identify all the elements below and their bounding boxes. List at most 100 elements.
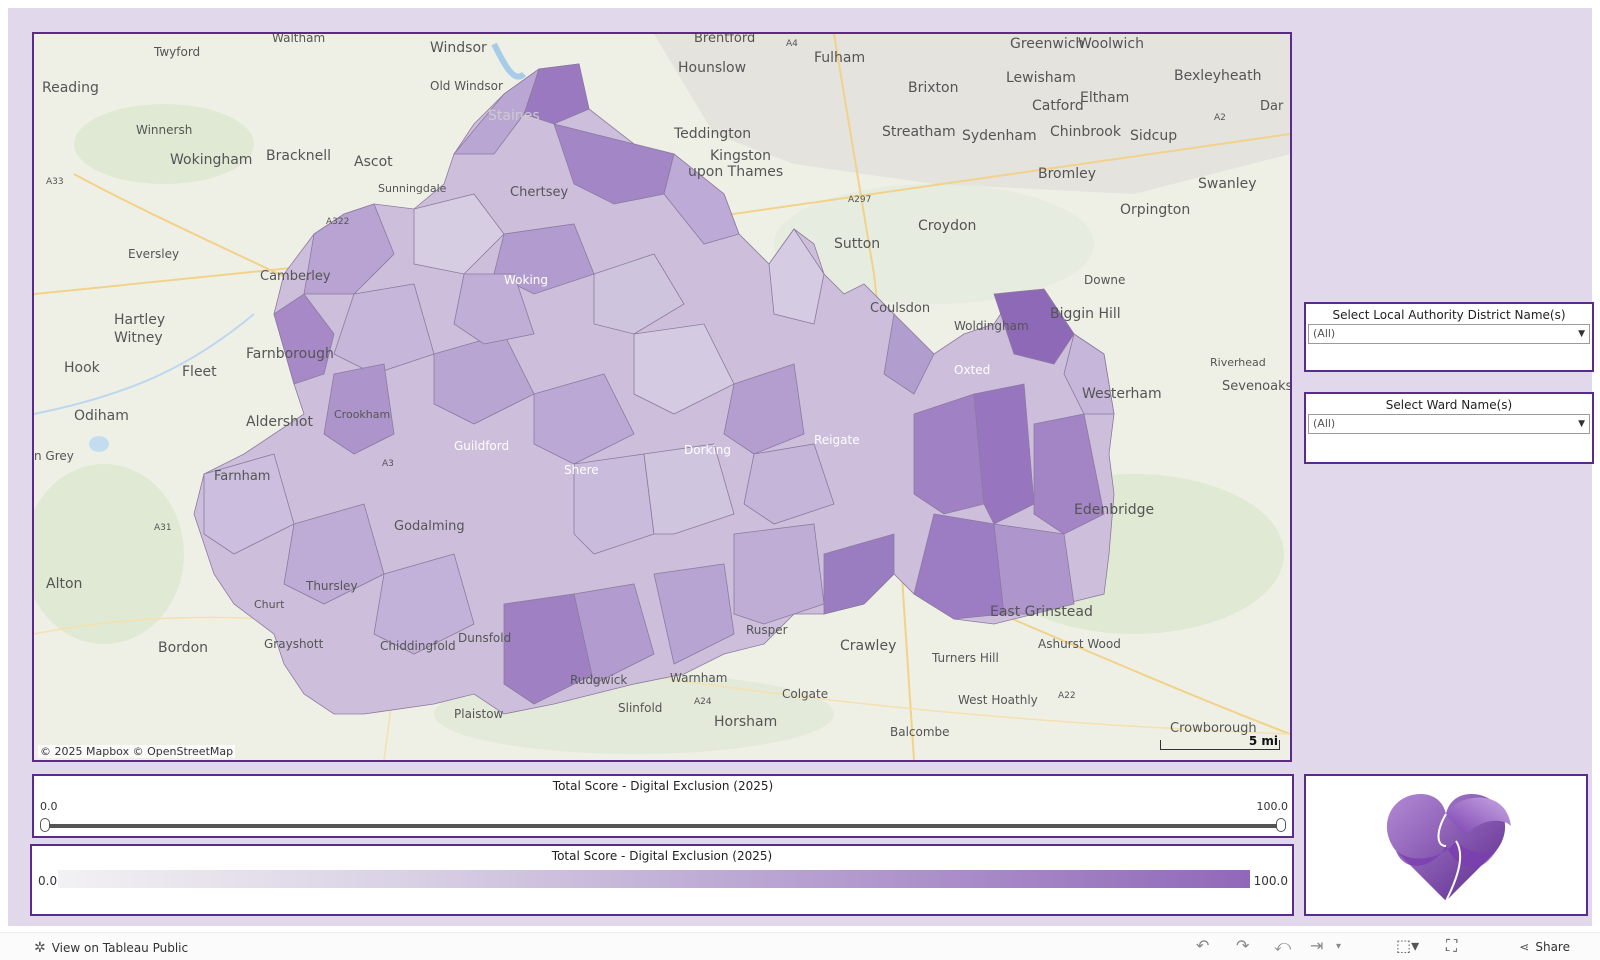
- label-crookham: Crookham: [334, 408, 390, 421]
- chevron-down-icon[interactable]: ▾: [1336, 941, 1341, 952]
- label-brentford: Brentford: [694, 34, 755, 46]
- label-orpington: Orpington: [1120, 202, 1190, 218]
- filter-local-authority: Select Local Authority District Name(s) …: [1304, 302, 1594, 372]
- label-reading: Reading: [42, 80, 99, 96]
- label-churt: Churt: [254, 598, 285, 611]
- road-a3: A3: [382, 459, 394, 469]
- dashboard: Waltham Windsor Brentford Fulham Greenwi…: [8, 8, 1594, 926]
- label-oxted: Oxted: [954, 363, 990, 377]
- label-reigate: Reigate: [814, 433, 860, 447]
- label-rudgwick: Rudgwick: [570, 673, 627, 687]
- legend-color-ramp: [58, 870, 1250, 888]
- label-horsham: Horsham: [714, 714, 777, 730]
- filter-ward-title: Select Ward Name(s): [1385, 398, 1513, 412]
- label-turners-hill: Turners Hill: [931, 651, 999, 665]
- slider-max-handle[interactable]: [1276, 818, 1286, 832]
- road-a4: A4: [786, 39, 798, 49]
- label-thursley: Thursley: [305, 579, 358, 593]
- label-rusper: Rusper: [746, 623, 788, 637]
- label-fleet: Fleet: [182, 364, 217, 380]
- view-on-tableau-label: View on Tableau Public: [51, 941, 189, 955]
- label-riverhead: Riverhead: [1210, 356, 1266, 369]
- label-biggin-hill: Biggin Hill: [1050, 306, 1121, 322]
- label-grayshott: Grayshott: [264, 637, 324, 651]
- label-old-windsor: Old Windsor: [430, 79, 503, 93]
- label-crowborough: Crowborough: [1170, 721, 1257, 736]
- label-witney: Witney: [114, 330, 163, 346]
- label-eltham: Eltham: [1080, 90, 1129, 106]
- share-label: Share: [1535, 940, 1570, 954]
- label-sidcup: Sidcup: [1130, 128, 1177, 144]
- lad-dropdown-value: (All): [1313, 327, 1336, 340]
- refresh-icon[interactable]: ⇥: [1310, 936, 1323, 955]
- choropleth-map[interactable]: Waltham Windsor Brentford Fulham Greenwi…: [32, 32, 1292, 762]
- label-sunningdale: Sunningdale: [378, 182, 447, 195]
- label-slinfold: Slinfold: [618, 701, 662, 715]
- view-on-tableau-link[interactable]: ✲ View on Tableau Public: [34, 940, 188, 956]
- share-button[interactable]: ⋖ Share: [1519, 940, 1570, 954]
- logo-panel: [1304, 774, 1588, 916]
- label-bracknell: Bracknell: [266, 148, 331, 164]
- label-downe: Downe: [1084, 273, 1125, 287]
- label-edenbridge: Edenbridge: [1074, 502, 1154, 518]
- label-swanley: Swanley: [1198, 176, 1257, 192]
- label-teddington: Teddington: [673, 126, 751, 142]
- label-streatham: Streatham: [882, 124, 956, 140]
- label-brixton: Brixton: [908, 80, 958, 96]
- road-a24: A24: [694, 697, 712, 707]
- fullscreen-icon[interactable]: ⛶: [1446, 936, 1457, 956]
- label-hounslow: Hounslow: [678, 60, 746, 76]
- label-ascot: Ascot: [354, 154, 393, 170]
- label-catford: Catford: [1032, 98, 1084, 114]
- scale-label: 5 mi: [1248, 734, 1278, 748]
- label-camberley: Camberley: [260, 269, 331, 284]
- filter-ward: Select Ward Name(s) (All) ▼: [1304, 392, 1594, 464]
- label-bordon: Bordon: [158, 640, 208, 656]
- ward-dropdown[interactable]: (All) ▼: [1308, 414, 1590, 434]
- label-wokingham: Wokingham: [170, 152, 252, 168]
- label-westerham: Westerham: [1082, 386, 1162, 402]
- label-staines: Staines: [488, 108, 540, 124]
- label-waltham: Waltham: [272, 34, 325, 45]
- label-shere: Shere: [564, 463, 599, 477]
- lad-dropdown[interactable]: (All) ▼: [1308, 324, 1590, 344]
- label-dar: Dar: [1260, 99, 1284, 114]
- slider-min-handle[interactable]: [40, 818, 50, 832]
- label-west-hoathly: West Hoathly: [958, 693, 1038, 707]
- label-winnersh: Winnersh: [136, 123, 192, 137]
- label-upon-thames: upon Thames: [688, 164, 783, 180]
- label-lewisham: Lewisham: [1006, 70, 1076, 86]
- color-legend: Total Score - Digital Exclusion (2025) 0…: [30, 844, 1294, 916]
- label-plaistow: Plaistow: [454, 707, 504, 721]
- label-chertsey: Chertsey: [510, 185, 569, 200]
- revert-icon[interactable]: ⤺: [1274, 936, 1291, 956]
- label-chinbrook: Chinbrook: [1050, 124, 1122, 140]
- label-ashurst-wood: Ashurst Wood: [1038, 637, 1121, 651]
- slider-track[interactable]: [44, 824, 1282, 828]
- label-twyford: Twyford: [153, 45, 200, 59]
- heart-logo-icon: [1386, 794, 1511, 902]
- chevron-down-icon: ▼: [1578, 329, 1585, 339]
- ward-dropdown-value: (All): [1313, 417, 1336, 430]
- label-coulsdon: Coulsdon: [870, 301, 930, 316]
- legend-title: Total Score - Digital Exclusion (2025): [551, 849, 773, 863]
- map-canvas[interactable]: Waltham Windsor Brentford Fulham Greenwi…: [34, 34, 1290, 760]
- road-a22: A22: [1058, 691, 1076, 701]
- label-farnham: Farnham: [214, 469, 270, 484]
- label-sydenham: Sydenham: [962, 128, 1037, 144]
- label-colgate: Colgate: [782, 687, 828, 701]
- label-hook: Hook: [64, 360, 101, 376]
- map-attribution[interactable]: © 2025 Mapbox © OpenStreetMap: [38, 745, 236, 758]
- tableau-footer: ✲ View on Tableau Public ↶ ↷ ⤺ ⇥ ▾ ⬚▾ ⛶ …: [0, 932, 1600, 960]
- label-sevenoaks: Sevenoaks: [1222, 379, 1290, 394]
- redo-icon[interactable]: ↷: [1236, 936, 1249, 955]
- undo-icon[interactable]: ↶: [1196, 936, 1209, 955]
- label-woking: Woking: [504, 273, 548, 287]
- label-n-grey: n Grey: [34, 449, 74, 463]
- label-bexleyheath: Bexleyheath: [1174, 68, 1261, 84]
- road-a33: A33: [46, 177, 64, 187]
- label-east-grinstead: East Grinstead: [990, 604, 1093, 620]
- label-balcombe: Balcombe: [890, 725, 950, 739]
- score-range-filter: Total Score - Digital Exclusion (2025) 0…: [32, 774, 1294, 838]
- download-icon[interactable]: ⬚▾: [1396, 936, 1419, 955]
